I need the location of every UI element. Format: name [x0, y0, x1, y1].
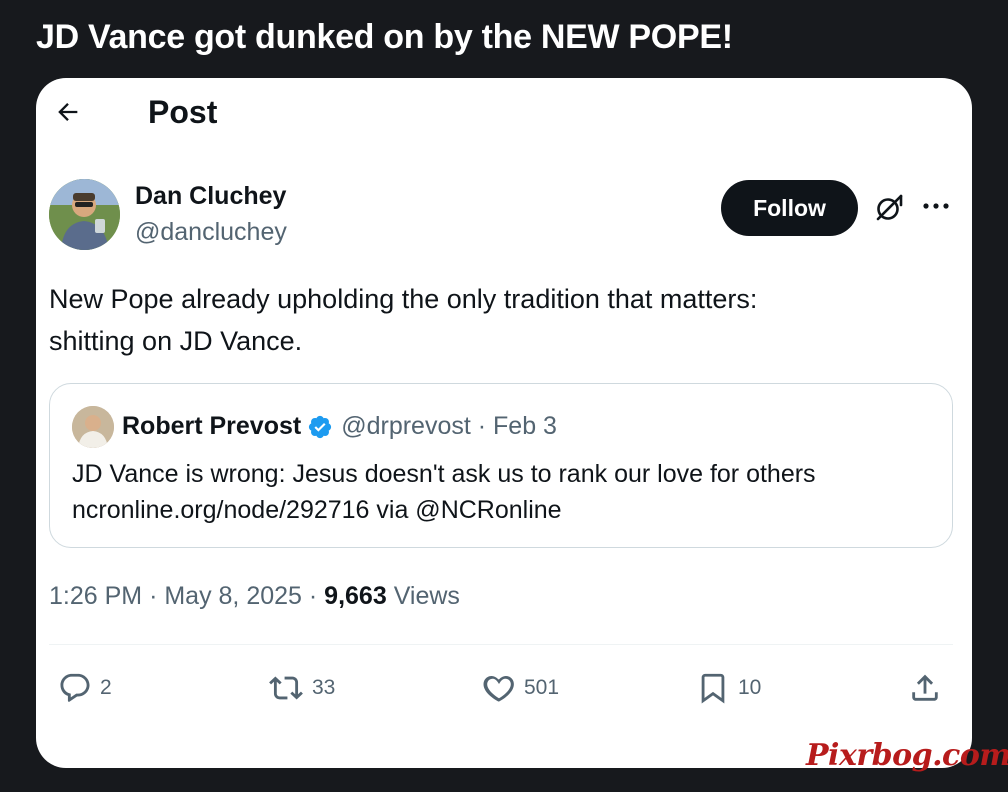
headline: JD Vance got dunked on by the NEW POPE! — [36, 18, 733, 56]
more-options-button[interactable] — [920, 190, 952, 222]
share-button[interactable] — [908, 668, 950, 708]
bookmark-count: 10 — [738, 676, 762, 699]
repost-icon — [269, 676, 303, 700]
arrow-left-icon — [58, 103, 78, 121]
repost-button[interactable]: 33 — [268, 668, 335, 708]
post-meta: 1:26 PM · May 8, 2025 · 9,663 Views — [49, 582, 460, 611]
share-icon — [912, 674, 938, 701]
quote-line: JD Vance is wrong: Jesus doesn't ask us … — [72, 460, 816, 488]
tweet-line: New Pope already upholding the only trad… — [49, 284, 758, 314]
tweet-line: shitting on JD Vance. — [49, 326, 303, 356]
tweet-text: New Pope already upholding the only trad… — [49, 278, 929, 362]
author-name[interactable]: Dan Cluchey — [135, 182, 286, 211]
verified-badge-icon — [307, 414, 333, 440]
reply-button[interactable]: 2 — [58, 668, 112, 708]
author-handle[interactable]: @dancluchey — [135, 218, 287, 247]
quote-avatar — [72, 406, 114, 448]
divider — [49, 644, 953, 645]
like-button[interactable]: 501 — [482, 668, 559, 708]
repost-count: 33 — [312, 676, 336, 699]
author-avatar[interactable] — [49, 179, 120, 250]
reply-icon — [60, 673, 90, 702]
action-bar: 2 33 501 10 — [36, 668, 972, 708]
avatar-photo — [49, 179, 120, 250]
page-title: Post — [148, 94, 218, 130]
views-label: Views — [393, 582, 460, 610]
grok-icon — [876, 194, 903, 221]
quote-avatar-photo — [72, 406, 114, 448]
topbar: Post — [36, 78, 972, 150]
more-dots-icon — [923, 203, 949, 209]
post-date[interactable]: May 8, 2025 — [164, 582, 302, 610]
quote-link-line[interactable]: ncronline.org/node/292716 via @NCRonline — [72, 492, 942, 528]
grok-button[interactable] — [872, 191, 906, 225]
quote-author-name: Robert Prevost — [122, 412, 302, 440]
post-time[interactable]: 1:26 PM — [49, 582, 142, 610]
bookmark-icon — [701, 673, 725, 704]
bookmark-button[interactable]: 10 — [696, 668, 761, 708]
like-count: 501 — [524, 676, 560, 699]
page: JD Vance got dunked on by the NEW POPE! … — [0, 0, 1008, 792]
reply-count: 2 — [100, 676, 112, 699]
meta-separator: · — [149, 582, 165, 610]
post-card: Post Dan Cluchey @dancluchey Follow New … — [36, 78, 972, 768]
quote-handle-date: @drprevost · Feb 3 — [341, 412, 557, 440]
quote-text: JD Vance is wrong: Jesus doesn't ask us … — [72, 456, 942, 528]
watermark-logo: Pixrbog.com — [806, 738, 1008, 773]
quoted-tweet[interactable]: Robert Prevost @drprevost · Feb 3 JD Van… — [49, 383, 953, 548]
back-button[interactable] — [50, 94, 86, 130]
quote-header: Robert Prevost @drprevost · Feb 3 — [122, 412, 557, 441]
follow-button[interactable]: Follow — [721, 180, 858, 236]
views-count: 9,663 — [324, 582, 387, 610]
meta-separator: · — [308, 582, 325, 610]
heart-icon — [483, 675, 514, 702]
